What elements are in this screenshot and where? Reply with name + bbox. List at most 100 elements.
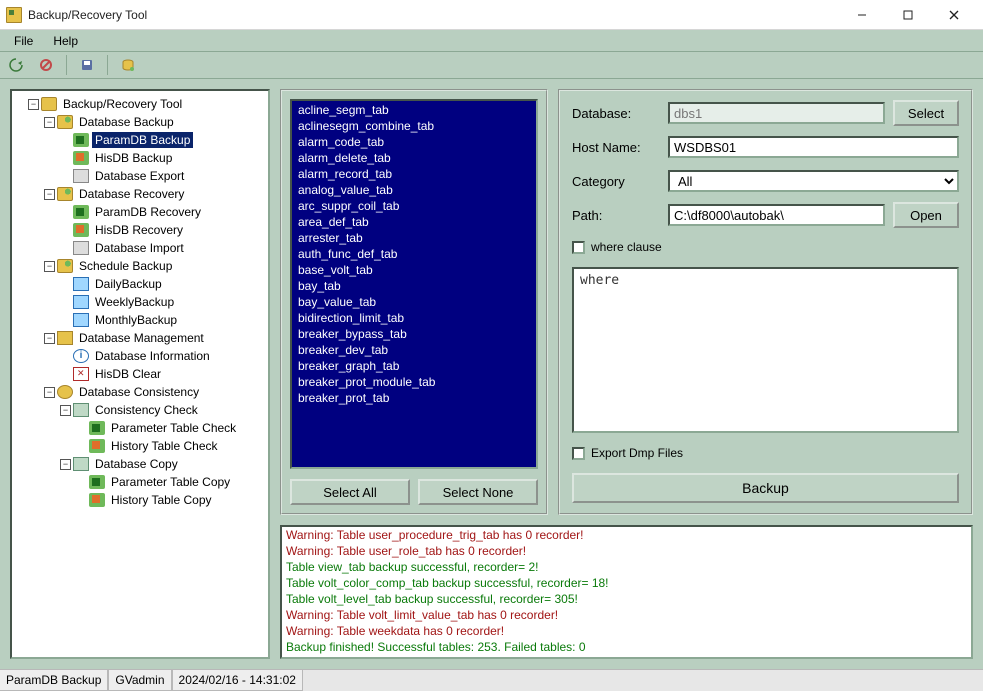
clear-icon — [73, 367, 89, 381]
table-item[interactable]: acline_segm_tab — [292, 102, 536, 118]
tree-db-recovery[interactable]: −Database Recovery — [12, 185, 268, 203]
table-item[interactable]: arrester_tab — [292, 230, 536, 246]
toolbar-refresh-icon[interactable] — [4, 54, 28, 76]
hostname-field[interactable] — [668, 136, 959, 158]
tree-monthly-backup[interactable]: MonthlyBackup — [12, 311, 268, 329]
table-listbox[interactable]: acline_segm_tabaclinesegm_combine_tabala… — [290, 99, 538, 469]
tree-daily-backup[interactable]: DailyBackup — [12, 275, 268, 293]
table-item[interactable]: base_volt_tab — [292, 262, 536, 278]
tree-db-export[interactable]: Database Export — [12, 167, 268, 185]
tree-database-copy[interactable]: −Database Copy — [12, 455, 268, 473]
close-button[interactable] — [931, 0, 977, 30]
collapse-icon[interactable]: − — [44, 387, 55, 398]
toolbar-save-icon[interactable] — [75, 54, 99, 76]
tree-db-information[interactable]: iDatabase Information — [12, 347, 268, 365]
log-line: Table view_tab backup successful, record… — [286, 559, 967, 575]
table-item[interactable]: aclinesegm_combine_tab — [292, 118, 536, 134]
schedule-icon — [73, 313, 89, 327]
table-item[interactable]: breaker_dev_tab — [292, 342, 536, 358]
tree-history-table-copy[interactable]: History Table Copy — [12, 491, 268, 509]
export-dmp-checkbox[interactable] — [572, 447, 585, 460]
backup-form: Database: Select Host Name: Category All… — [558, 89, 973, 515]
table-item[interactable]: arc_suppr_coil_tab — [292, 198, 536, 214]
table-item[interactable]: breaker_prot_tab — [292, 390, 536, 406]
table-item[interactable]: auth_func_def_tab — [292, 246, 536, 262]
collapse-icon[interactable]: − — [28, 99, 39, 110]
database-label: Database: — [572, 106, 660, 121]
toolbar-cancel-icon[interactable] — [34, 54, 58, 76]
status-user: GVadmin — [108, 670, 171, 691]
table-item[interactable]: analog_value_tab — [292, 182, 536, 198]
collapse-icon[interactable]: − — [44, 117, 55, 128]
collapse-icon[interactable]: − — [44, 333, 55, 344]
tree-db-consistency[interactable]: −Database Consistency — [12, 383, 268, 401]
tree-db-management[interactable]: −Database Management — [12, 329, 268, 347]
table-item[interactable]: breaker_bypass_tab — [292, 326, 536, 342]
table-item[interactable]: alarm_record_tab — [292, 166, 536, 182]
schedule-icon — [73, 277, 89, 291]
select-db-button[interactable]: Select — [893, 100, 959, 126]
navigation-tree[interactable]: −Backup/Recovery Tool −Database Backup P… — [10, 89, 270, 659]
table-item[interactable]: bidirection_limit_tab — [292, 310, 536, 326]
select-all-button[interactable]: Select All — [290, 479, 410, 505]
status-timestamp: 2024/02/16 - 14:31:02 — [172, 670, 303, 691]
collapse-icon[interactable]: − — [60, 459, 71, 470]
table-item[interactable]: alarm_delete_tab — [292, 150, 536, 166]
table-item[interactable]: alarm_code_tab — [292, 134, 536, 150]
database-icon — [57, 259, 73, 273]
status-mode: ParamDB Backup — [0, 670, 108, 691]
collapse-icon[interactable]: − — [44, 261, 55, 272]
table-item[interactable]: bay_tab — [292, 278, 536, 294]
log-line: Warning: Table user_role_tab has 0 recor… — [286, 543, 967, 559]
backup-button[interactable]: Backup — [572, 473, 959, 503]
tree-parameter-table-copy[interactable]: Parameter Table Copy — [12, 473, 268, 491]
tree-paramdb-recovery[interactable]: ParamDB Recovery — [12, 203, 268, 221]
tree-consistency-check[interactable]: −Consistency Check — [12, 401, 268, 419]
check-icon — [73, 403, 89, 417]
tree-parameter-table-check[interactable]: Parameter Table Check — [12, 419, 268, 437]
tree-hisdb-clear[interactable]: HisDB Clear — [12, 365, 268, 383]
where-textarea[interactable]: where — [572, 267, 959, 433]
path-label: Path: — [572, 208, 660, 223]
menu-file[interactable]: File — [4, 30, 43, 52]
log-line: Warning: Table user_procedure_trig_tab h… — [286, 527, 967, 543]
collapse-icon[interactable]: − — [60, 405, 71, 416]
tree-hisdb-backup[interactable]: HisDB Backup — [12, 149, 268, 167]
tool-icon — [41, 97, 57, 111]
select-none-button[interactable]: Select None — [418, 479, 538, 505]
collapse-icon[interactable]: − — [44, 189, 55, 200]
info-icon: i — [73, 349, 89, 363]
log-line: Table volt_color_comp_tab backup success… — [286, 575, 967, 591]
where-clause-checkbox[interactable] — [572, 241, 585, 254]
param-icon — [89, 421, 105, 435]
tree-schedule-backup[interactable]: −Schedule Backup — [12, 257, 268, 275]
table-item[interactable]: breaker_prot_module_tab — [292, 374, 536, 390]
log-panel[interactable]: Warning: Table user_procedure_trig_tab h… — [280, 525, 973, 659]
tree-db-backup[interactable]: −Database Backup — [12, 113, 268, 131]
tree-weekly-backup[interactable]: WeeklyBackup — [12, 293, 268, 311]
log-line: Warning: Table volt_limit_value_tab has … — [286, 607, 967, 623]
table-item[interactable]: area_def_tab — [292, 214, 536, 230]
hisdb-icon — [73, 223, 89, 237]
open-path-button[interactable]: Open — [893, 202, 959, 228]
category-select[interactable]: All — [668, 170, 959, 192]
toolbar — [0, 52, 983, 79]
export-icon — [73, 169, 89, 183]
app-icon — [6, 7, 22, 23]
table-item[interactable]: bay_value_tab — [292, 294, 536, 310]
menu-help[interactable]: Help — [43, 30, 88, 52]
table-list-block: acline_segm_tabaclinesegm_combine_tabala… — [280, 89, 548, 515]
toolbar-db-icon[interactable] — [116, 54, 140, 76]
maximize-button[interactable] — [885, 0, 931, 30]
tree-root[interactable]: −Backup/Recovery Tool — [12, 95, 268, 113]
tree-history-table-check[interactable]: History Table Check — [12, 437, 268, 455]
minimize-button[interactable] — [839, 0, 885, 30]
export-dmp-label: Export Dmp Files — [591, 446, 683, 460]
param-icon — [73, 133, 89, 147]
path-field[interactable] — [668, 204, 885, 226]
tree-hisdb-recovery[interactable]: HisDB Recovery — [12, 221, 268, 239]
table-item[interactable]: breaker_graph_tab — [292, 358, 536, 374]
tree-db-import[interactable]: Database Import — [12, 239, 268, 257]
import-icon — [73, 241, 89, 255]
tree-paramdb-backup[interactable]: ParamDB Backup — [12, 131, 268, 149]
